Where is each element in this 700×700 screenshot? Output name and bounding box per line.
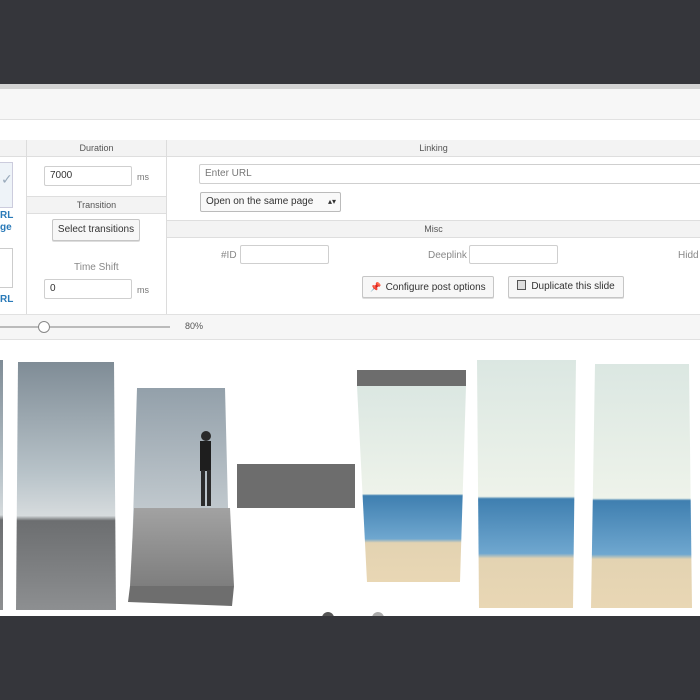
slice-1 — [16, 362, 116, 610]
id-label: #ID — [221, 250, 237, 261]
slice-4 — [357, 386, 466, 582]
thumbnail-link-label[interactable]: RL — [0, 210, 13, 221]
zoom-row: 80% — [0, 314, 700, 340]
slice-6 — [591, 364, 692, 608]
slide-thumbnail[interactable]: ✓ — [0, 162, 13, 208]
link-target-value: Open on the same page — [206, 196, 314, 207]
zoom-slider-track[interactable] — [0, 326, 170, 328]
configure-post-options-button[interactable]: 📌 Configure post options — [362, 276, 494, 298]
time-shift-label: Time Shift — [74, 262, 119, 273]
pedestal — [130, 508, 234, 586]
id-input[interactable] — [240, 245, 329, 264]
duplicate-slide-button[interactable]: Duplicate this slide — [508, 276, 624, 298]
time-shift-input[interactable]: 0 — [44, 279, 132, 299]
thumbnail-link-label[interactable]: RL — [0, 294, 13, 305]
url-input[interactable]: Enter URL — [199, 164, 700, 184]
transition-header: Transition — [27, 196, 166, 214]
slide-editor: ✓ RL ge RL Duration 7000 ms Transition S… — [0, 84, 700, 616]
slide-thumbnail[interactable] — [0, 248, 13, 288]
duplicate-slide-label: Duplicate this slide — [531, 281, 615, 292]
time-shift-unit: ms — [137, 285, 149, 295]
slice-3 — [237, 464, 355, 508]
bottom-frame — [0, 616, 700, 700]
duration-input[interactable]: 7000 — [44, 166, 132, 186]
slide-preview-stage — [0, 340, 700, 616]
deeplink-label: Deeplink — [428, 250, 467, 261]
duration-header: Duration — [27, 140, 166, 157]
zoom-value: 80% — [185, 321, 204, 331]
pedestal-shadow — [128, 586, 234, 606]
select-transitions-button[interactable]: Select transitions — [52, 219, 140, 241]
linking-header: Linking — [167, 140, 700, 157]
slice-5 — [477, 360, 576, 608]
copy-icon — [517, 280, 527, 290]
hidden-label: Hidd — [678, 250, 699, 261]
checkmark-icon: ✓ — [1, 171, 13, 187]
pin-icon: 📌 — [370, 282, 382, 292]
slice-partial — [0, 360, 3, 610]
transition-preview — [0, 360, 692, 616]
zoom-slider-handle[interactable] — [38, 321, 50, 333]
divider — [26, 140, 27, 314]
link-target-select[interactable]: Open on the same page ▴▾ — [200, 192, 341, 212]
slice-4-top — [357, 370, 466, 386]
deeplink-input[interactable] — [469, 245, 558, 264]
misc-header: Misc — [167, 220, 700, 238]
select-arrows-icon: ▴▾ — [327, 197, 336, 206]
slide-settings-panel: ✓ RL ge RL Duration 7000 ms Transition S… — [0, 120, 700, 314]
configure-post-options-label: Configure post options — [385, 282, 486, 293]
thumbnail-link-label[interactable]: ge — [0, 222, 12, 233]
toolbar-row — [0, 89, 700, 120]
duration-unit: ms — [137, 172, 149, 182]
top-frame — [0, 0, 700, 84]
thumbnail-header — [0, 140, 26, 157]
